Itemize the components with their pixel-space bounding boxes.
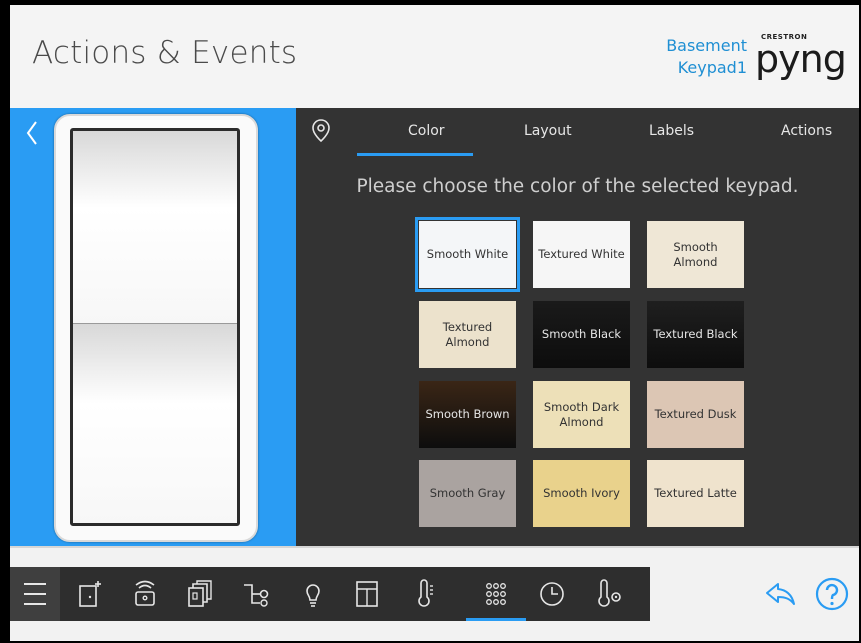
swatch-label: Smooth White [426,247,509,261]
keypad-preview-panel [10,108,296,546]
swatch-label: Smooth Ivory [543,486,620,500]
add-room-icon[interactable] [72,577,106,611]
color-swatch-textured-latte[interactable]: Textured Latte [647,460,744,527]
back-chevron-icon[interactable] [22,118,42,148]
color-swatch-textured-almond[interactable]: Textured Almond [419,301,516,368]
remote-icon[interactable] [128,577,162,611]
tab-labels[interactable]: Labels [649,123,694,139]
menu-button[interactable] [10,567,60,621]
swatch-label: Smooth Gray [429,486,506,500]
location-line-2: Keypad1 [677,58,747,77]
bulb-icon[interactable] [296,577,330,611]
color-swatch-smooth-dark-almond[interactable]: Smooth Dark Almond [533,381,630,448]
active-nav-indicator [466,618,526,621]
header: Actions & Events Basement Keypad1 CRESTR… [10,5,859,108]
keypad-faceplate [54,114,258,542]
brand-logo-text: pyng [755,37,847,81]
panels-icon[interactable] [182,577,216,611]
swatch-label: Textured Dusk [654,407,737,421]
back-arrow-icon[interactable] [762,576,798,612]
color-swatch-smooth-black[interactable]: Smooth Black [533,301,630,368]
swatch-label: Smooth Dark Almond [543,399,620,429]
swatch-label: Textured Almond [442,319,493,349]
clock-icon[interactable] [535,577,569,611]
swatch-label: Smooth Brown [425,407,510,421]
tab-layout[interactable]: Layout [524,123,572,139]
swatch-label: Textured White [538,247,625,261]
swatch-label: Smooth Almond [673,239,718,269]
tab-actions[interactable]: Actions [781,123,832,139]
brand-logo: CRESTRON pyng [753,33,849,85]
location-label[interactable]: Basement Keypad1 [666,35,747,79]
menu-icon [24,583,46,605]
active-tab-indicator [357,153,473,156]
color-swatch-smooth-gray[interactable]: Smooth Gray [419,460,516,527]
instruction-text: Please choose the color of the selected … [356,176,799,197]
color-swatch-textured-dusk[interactable]: Textured Dusk [647,381,744,448]
location-pin-icon[interactable] [310,118,332,144]
flow-icon[interactable] [240,577,274,611]
color-swatch-smooth-brown[interactable]: Smooth Brown [419,381,516,448]
swatch-label: Textured Black [653,327,738,341]
tab-bar: Color Layout Labels Actions [296,108,859,156]
help-icon[interactable] [814,576,850,612]
navigation-bar [10,567,650,621]
keypad-icon[interactable] [479,577,513,611]
swatch-label: Textured Latte [654,486,737,500]
color-swatch-smooth-white[interactable]: Smooth White [415,217,520,292]
keypad-body [70,128,240,526]
color-panel: Color Layout Labels Actions Please choos… [296,108,859,546]
thermometer-icon[interactable] [408,577,442,611]
keypad-button-top[interactable] [73,131,237,324]
tab-color[interactable]: Color [408,123,445,139]
bottom-bar [10,546,859,641]
color-swatch-textured-white[interactable]: Textured White [533,221,630,288]
color-swatch-smooth-ivory[interactable]: Smooth Ivory [533,460,630,527]
color-swatch-textured-black[interactable]: Textured Black [647,301,744,368]
door-icon[interactable] [350,577,384,611]
temperature-settings-icon[interactable] [592,577,626,611]
color-swatch-smooth-almond[interactable]: Smooth Almond [647,221,744,288]
location-line-1: Basement [666,36,747,55]
keypad-button-bottom[interactable] [73,324,237,523]
swatch-label: Smooth Black [541,327,622,341]
app-window: Actions & Events Basement Keypad1 CRESTR… [10,5,859,641]
page-title: Actions & Events [32,35,298,71]
